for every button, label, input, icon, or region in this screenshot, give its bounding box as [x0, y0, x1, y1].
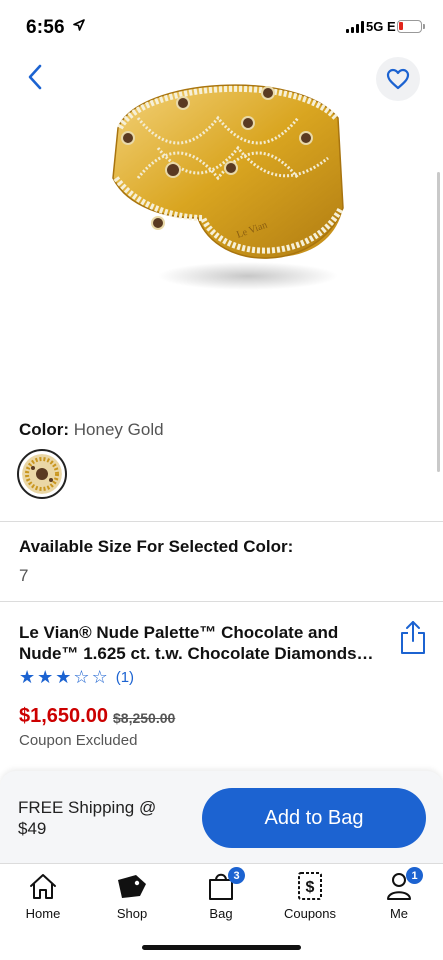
tab-label: Me: [389, 906, 409, 921]
home-indicator: [142, 945, 301, 950]
tab-label: Coupons: [283, 906, 337, 921]
divider: [0, 601, 443, 602]
share-icon: [401, 621, 425, 654]
status-bar: 6:56 5G E: [0, 0, 443, 54]
color-swatch-honey-gold[interactable]: [17, 449, 67, 499]
add-to-bag-button[interactable]: Add to Bag: [202, 788, 426, 848]
network-label: 5G E: [366, 19, 396, 34]
star-empty-icon: ☆: [91, 667, 108, 687]
scroll-indicator: [437, 172, 440, 472]
tab-label: Bag: [209, 906, 233, 921]
star-filled-icon: ★: [19, 667, 36, 687]
size-title: Available Size For Selected Color:: [19, 537, 294, 556]
swatch-thumbnail: [22, 454, 62, 494]
color-value: Honey Gold: [73, 420, 164, 439]
original-price: $8,250.00: [113, 710, 176, 726]
battery-icon: [397, 20, 425, 33]
size-value: 7: [19, 566, 29, 585]
star-filled-icon: ★: [37, 667, 54, 687]
tab-bar: Home Shop 3 Bag $ Coupons 1 Me: [0, 863, 443, 960]
product-title-line2: Nude™ 1.625 ct. t.w. Chocolate Diamonds…: [19, 644, 374, 663]
shipping-text: FREE Shipping @ $49: [18, 798, 157, 838]
sale-price: $1,650.00: [19, 705, 108, 727]
tab-bag[interactable]: 3 Bag: [186, 867, 256, 924]
product-title: Le Vian® Nude Palette™ Chocolate and Nud…: [19, 622, 379, 664]
back-button[interactable]: [20, 62, 50, 92]
coupon-icon: $: [298, 872, 322, 900]
chevron-left-icon: [28, 64, 42, 90]
color-row: Color: Honey Gold: [19, 420, 164, 440]
rating-count[interactable]: (1): [116, 669, 134, 686]
signal-icon: [346, 21, 364, 33]
star-filled-icon: ★: [55, 667, 72, 687]
favorite-button[interactable]: [376, 57, 420, 101]
rating[interactable]: ★ ★ ★ ☆ ☆ (1): [19, 667, 134, 687]
product-title-line1: Le Vian® Nude Palette™ Chocolate and: [19, 623, 339, 642]
location-arrow-icon: [73, 19, 85, 31]
svg-text:$: $: [306, 879, 315, 896]
coupon-note: Coupon Excluded: [19, 732, 138, 749]
share-button[interactable]: [398, 619, 428, 655]
heart-outline-icon: [386, 68, 410, 90]
product-image: Le Vian: [112, 84, 344, 290]
tag-icon: [118, 875, 146, 898]
bag-count-badge: 3: [228, 867, 245, 884]
status-time: 6:56: [26, 17, 65, 38]
tab-coupons[interactable]: $ Coupons: [275, 870, 345, 924]
tab-label: Home: [25, 906, 61, 921]
tab-me[interactable]: 1 Me: [364, 867, 434, 924]
star-empty-icon: ☆: [73, 667, 90, 687]
divider: [0, 521, 443, 522]
tab-home[interactable]: Home: [8, 870, 78, 924]
tab-shop[interactable]: Shop: [97, 870, 167, 924]
action-bar: FREE Shipping @ $49 Add to Bag: [0, 771, 443, 863]
home-icon: [30, 874, 56, 899]
tab-label: Shop: [116, 906, 148, 921]
notification-badge: 1: [406, 867, 423, 884]
color-label: Color:: [19, 420, 70, 439]
